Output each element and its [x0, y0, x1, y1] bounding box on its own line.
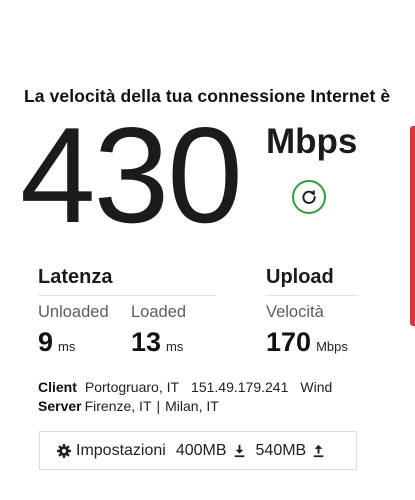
- client-info: Client Portogruaro, IT 151.49.179.241 Wind: [38, 379, 332, 395]
- download-icon: [233, 444, 246, 458]
- client-ip: 151.49.179.241: [191, 379, 289, 395]
- client-isp: Wind: [300, 379, 333, 395]
- latency-title: Latenza: [38, 266, 113, 288]
- upload-speed-unit: Mbps: [316, 339, 348, 354]
- latency-divider: [38, 295, 216, 296]
- unloaded-latency-number: 9: [38, 327, 54, 357]
- client-label: Client: [38, 379, 77, 395]
- loaded-latency-value: 13 ms: [131, 327, 183, 358]
- upload-speed-number: 170: [266, 327, 312, 357]
- edge-accent-bar: [410, 126, 415, 326]
- unloaded-latency-label: Unloaded: [38, 303, 109, 321]
- refresh-button[interactable]: [292, 180, 326, 214]
- download-speed-unit: Mbps: [266, 122, 358, 161]
- upload-divider: [266, 295, 358, 296]
- download-test-size: 400MB: [175, 441, 227, 459]
- upload-icon: [312, 444, 325, 458]
- refresh-icon: [302, 189, 316, 204]
- loaded-latency-number: 13: [131, 327, 162, 357]
- loaded-latency-unit: ms: [166, 339, 184, 354]
- server-info: Server Firenze, IT | Milan, IT: [38, 398, 219, 414]
- server-label: Server: [38, 398, 82, 414]
- gear-icon: [56, 443, 72, 459]
- server-location-2: Milan, IT: [165, 398, 219, 414]
- client-location: Portogruaro, IT: [84, 379, 180, 395]
- server-location-1: Firenze, IT: [84, 398, 152, 414]
- speed-test-page: La velocità della tua connessione Intern…: [0, 0, 415, 500]
- upload-speed-value: 170 Mbps: [266, 327, 348, 358]
- upload-speed-label: Velocità: [266, 303, 324, 321]
- settings-label: Impostazioni: [76, 441, 166, 459]
- loaded-latency-label: Loaded: [131, 303, 187, 321]
- server-separator: |: [156, 398, 161, 414]
- settings-button[interactable]: Impostazioni 400MB 540MB: [39, 431, 357, 470]
- upload-title: Upload: [266, 266, 334, 288]
- unloaded-latency-unit: ms: [58, 339, 76, 354]
- unloaded-latency-value: 9 ms: [38, 327, 75, 358]
- download-speed-value: 430: [20, 99, 243, 251]
- upload-test-size: 540MB: [255, 441, 307, 459]
